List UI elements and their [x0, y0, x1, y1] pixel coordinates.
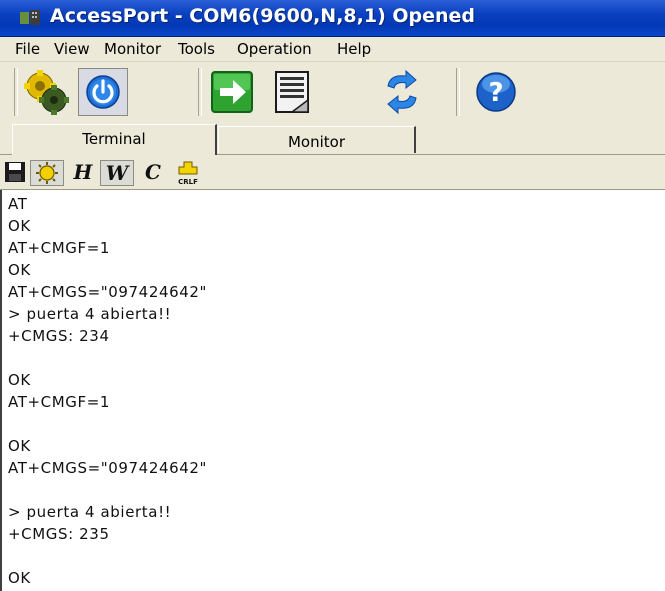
app-icon — [20, 10, 40, 25]
terminal-line: AT+CMGS="097424642" — [8, 459, 208, 477]
main-toolbar: ? — [0, 62, 665, 123]
menu-file[interactable]: File — [15, 40, 40, 58]
terminal-line: AT+CMGF=1 — [8, 393, 111, 411]
menu-help[interactable]: Help — [337, 40, 371, 58]
help-icon: ? — [476, 72, 516, 112]
refresh-button[interactable] — [376, 66, 428, 118]
menu-bar: File View Monitor Tools Operation Help — [0, 37, 665, 62]
floppy-disk-icon — [5, 162, 25, 182]
terminal-line: OK — [8, 569, 31, 587]
terminal-line: > puerta 4 abierta!! — [8, 305, 172, 323]
settings-sun-button[interactable] — [30, 160, 64, 186]
toolbar-separator — [198, 68, 202, 116]
document-icon — [275, 71, 309, 113]
menu-tools[interactable]: Tools — [178, 40, 215, 58]
open-port-arrow-icon — [211, 71, 253, 113]
menu-monitor[interactable]: Monitor — [104, 40, 161, 58]
terminal-lines: AT OK AT+CMGF=1 OK AT+CMGS="097424642" > puer… — [8, 193, 665, 589]
power-icon — [86, 75, 120, 109]
terminal-line: AT+CMGS="097424642" — [8, 283, 208, 301]
terminal-output[interactable]: AT OK AT+CMGF=1 OK AT+CMGS="097424642" > puer… — [0, 190, 665, 591]
sun-gear-icon — [36, 162, 58, 184]
crlf-button[interactable]: CRLF — [174, 160, 204, 186]
settings-button[interactable] — [20, 66, 72, 118]
svg-text:?: ? — [488, 78, 503, 108]
terminal-line: AT — [8, 195, 28, 213]
terminal-toolbar: H W C CRLF — [0, 155, 665, 190]
tab-terminal[interactable]: Terminal — [12, 124, 217, 155]
char-mode-button[interactable]: C — [140, 160, 166, 184]
menu-operation[interactable]: Operation — [237, 40, 312, 58]
terminal-line: AT+CMGF=1 — [8, 239, 111, 257]
terminal-line: OK — [8, 371, 31, 389]
terminal-line: +CMGS: 234 — [8, 327, 110, 345]
hex-mode-button[interactable]: H — [70, 160, 96, 184]
terminal-line: > puerta 4 abierta!! — [8, 503, 172, 521]
window-title: AccessPort - COM6(9600,N,8,1) Opened — [50, 5, 476, 27]
document-button[interactable] — [266, 66, 318, 118]
crlf-label: CRLF — [178, 178, 198, 186]
help-button[interactable]: ? — [470, 66, 522, 118]
write-mode-label: W — [105, 161, 129, 185]
crlf-plus-icon: CRLF — [178, 161, 198, 186]
write-mode-button[interactable]: W — [100, 160, 134, 186]
settings-gears-icon — [24, 70, 69, 115]
terminal-line: OK — [8, 261, 31, 279]
title-bar[interactable]: AccessPort - COM6(9600,N,8,1) Opened — [0, 0, 665, 37]
terminal-line: OK — [8, 437, 31, 455]
power-button[interactable] — [78, 68, 128, 116]
menu-view[interactable]: View — [54, 40, 90, 58]
terminal-line: +CMGS: 235 — [8, 525, 110, 543]
save-button[interactable] — [3, 160, 29, 186]
refresh-arrows-icon — [387, 69, 417, 115]
toolbar-separator — [14, 68, 18, 116]
open-port-button[interactable] — [206, 66, 258, 118]
tab-strip: Terminal Monitor — [0, 122, 665, 155]
terminal-line: OK — [8, 217, 31, 235]
toolbar-separator — [456, 68, 460, 116]
tab-monitor[interactable]: Monitor — [218, 126, 416, 153]
accessport-window: AccessPort - COM6(9600,N,8,1) Opened Fil… — [0, 0, 665, 591]
